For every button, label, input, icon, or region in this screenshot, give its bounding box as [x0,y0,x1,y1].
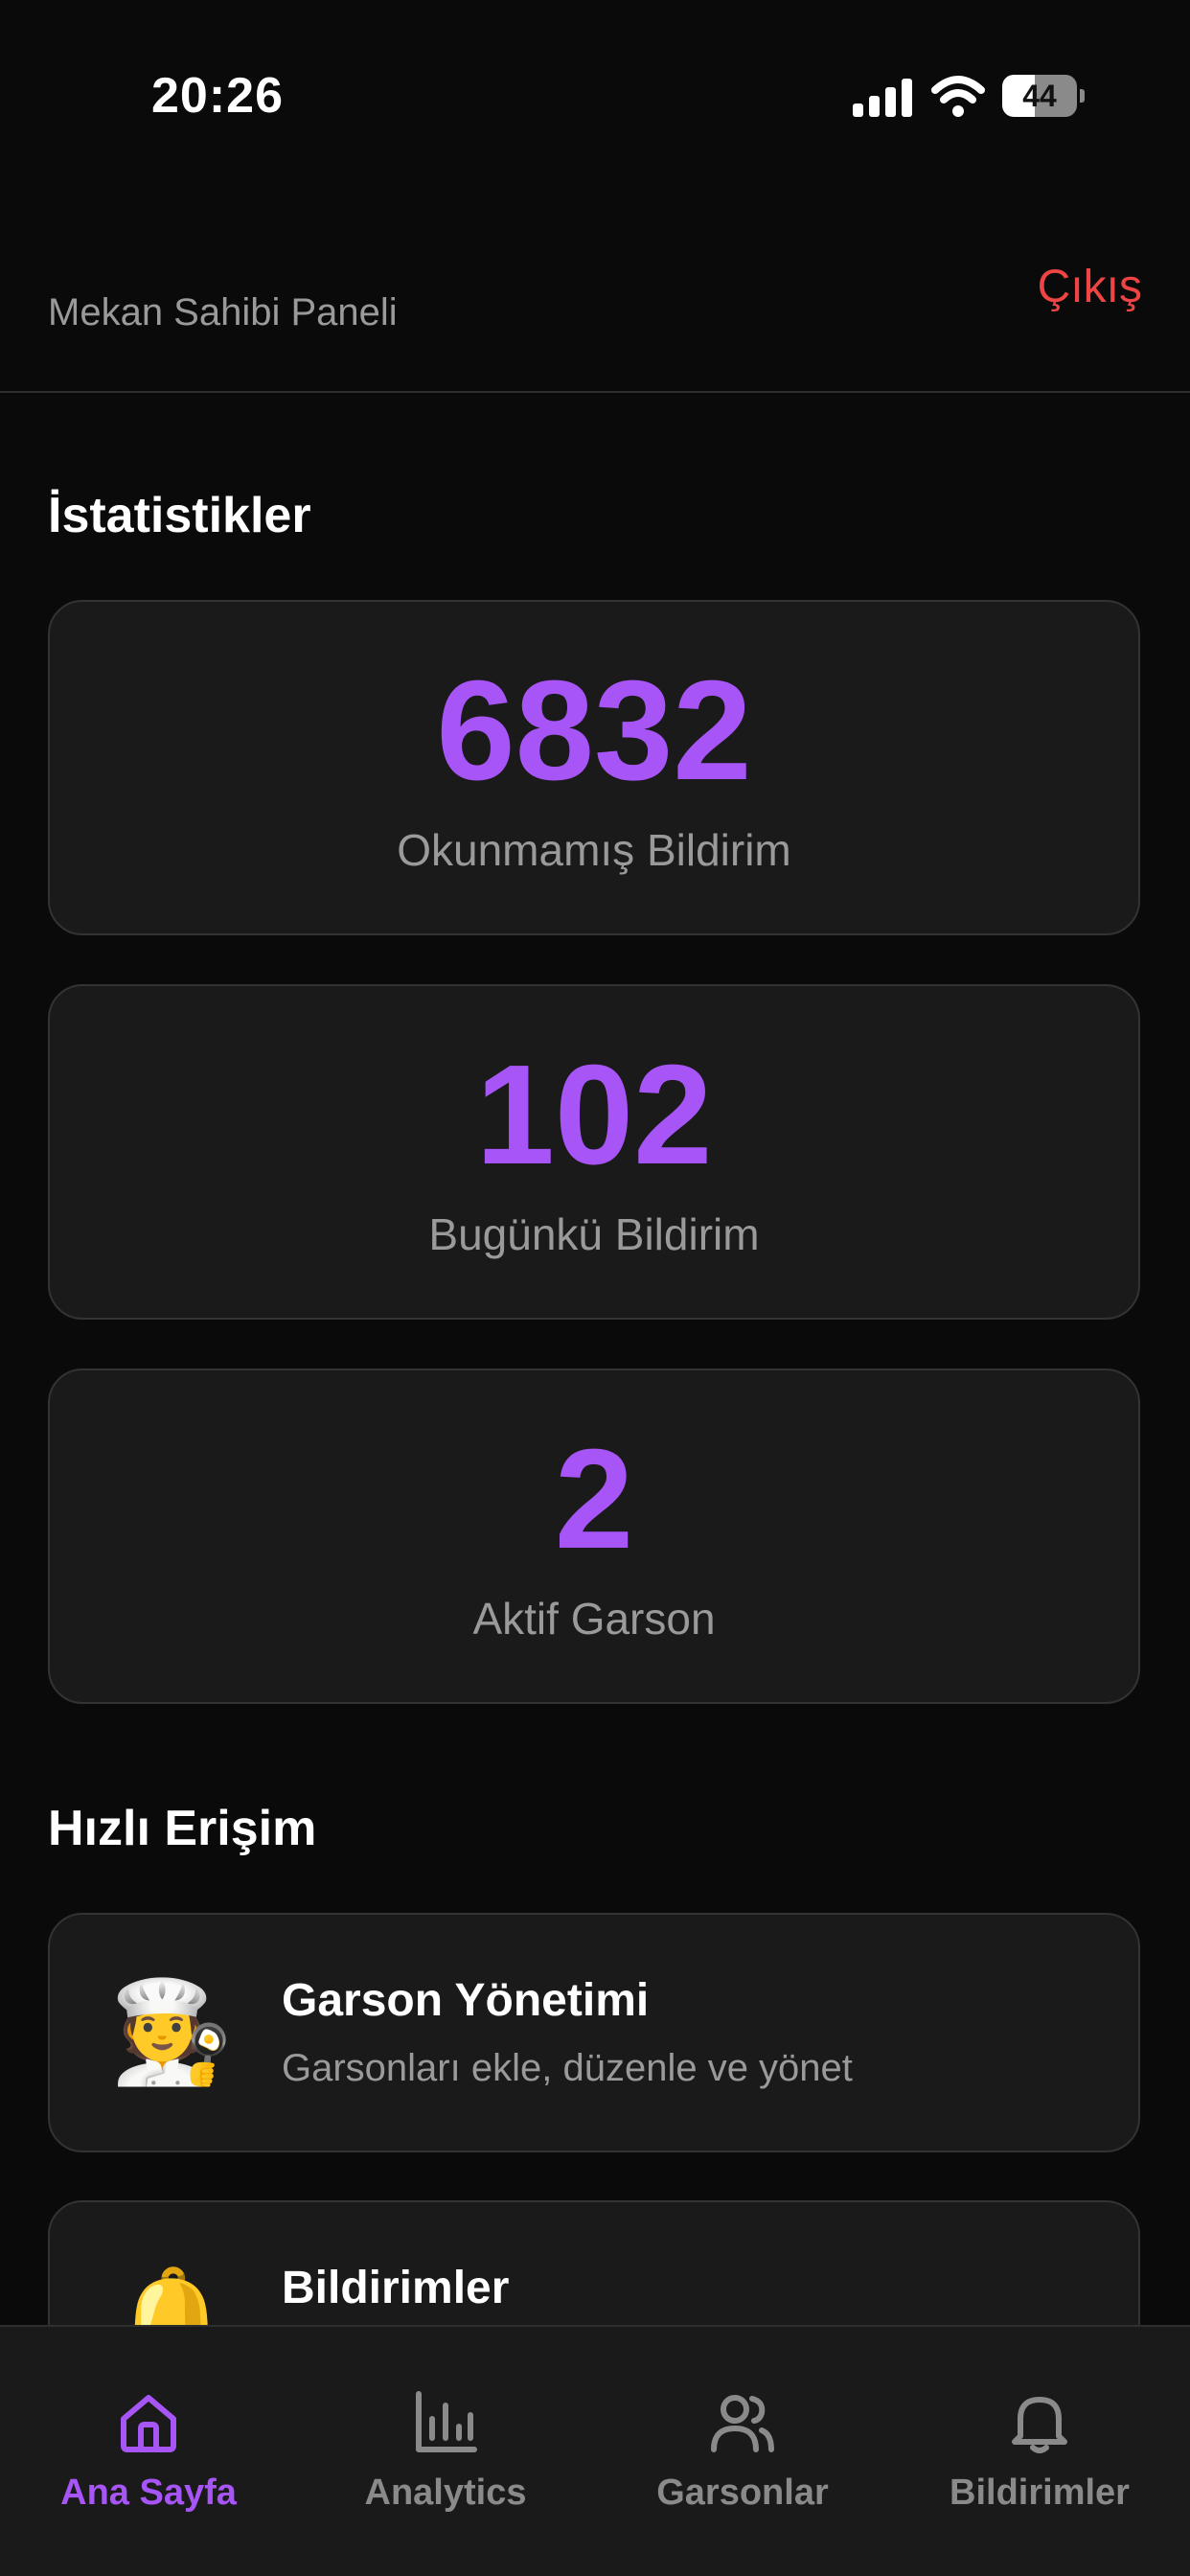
tab-notifications[interactable]: Bildirimler [891,2327,1188,2518]
stat-card-active-waiters: 2 Aktif Garson [48,1368,1140,1704]
stat-label: Aktif Garson [472,1594,716,1644]
logout-button[interactable]: Çıkış [1038,261,1142,313]
quick-access-title: Hızlı Erişim [48,1801,317,1856]
tab-label: Analytics [364,2472,527,2513]
status-time: 20:26 [151,68,284,124]
tab-home[interactable]: Ana Sayfa [0,2327,297,2518]
header: Mekan Sahibi Paneli Çıkış [0,192,1190,393]
home-icon [121,2395,176,2452]
stat-card-unread: 6832 Okunmamış Bildirim [48,600,1140,935]
stat-label: Okunmamış Bildirim [397,825,791,875]
stat-value: 6832 [436,652,752,810]
quick-card-title: Bildirimler [282,2263,510,2313]
status-bar: 20:26 44 [0,0,1190,192]
chef-icon: 🧑‍🍳 [109,1977,234,2088]
cellular-signal-icon [853,79,912,117]
tab-analytics[interactable]: Analytics [297,2327,594,2518]
stat-label: Bugünkü Bildirim [428,1209,760,1259]
stat-value: 102 [475,1036,713,1194]
stat-card-today: 102 Bugünkü Bildirim [48,984,1140,1320]
stats-section-title: İstatistikler [48,488,311,543]
battery-indicator: 44 [1002,75,1085,117]
quick-card-title: Garson Yönetimi [282,1975,650,2026]
stat-value: 2 [554,1420,634,1578]
tab-bar: Ana Sayfa Analytics Garsonlar Bildirimle… [0,2325,1190,2576]
users-icon [711,2395,774,2452]
tab-label: Garsonlar [656,2472,829,2513]
tab-label: Ana Sayfa [60,2472,237,2513]
bell-icon [1012,2397,1067,2453]
quick-card-description: Garsonları ekle, düzenle ve yönet [282,2047,853,2089]
battery-level: 44 [1022,79,1057,113]
tab-label: Bildirimler [950,2472,1130,2513]
wifi-icon [931,76,985,117]
quick-card-waiter-management[interactable]: 🧑‍🍳 Garson Yönetimi Garsonları ekle, düz… [48,1913,1140,2152]
tab-waiters[interactable]: Garsonlar [594,2327,891,2518]
bar-chart-icon [416,2391,477,2452]
panel-subtitle: Mekan Sahibi Paneli [48,291,398,334]
